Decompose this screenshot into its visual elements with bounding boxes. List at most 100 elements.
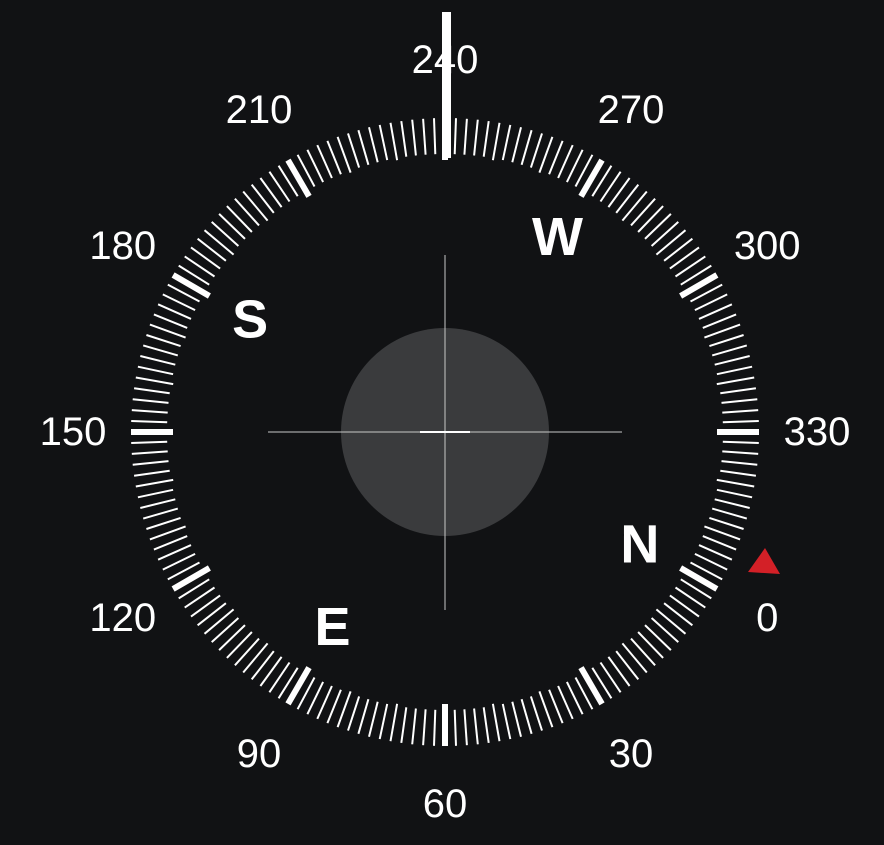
minor-tick — [347, 133, 361, 168]
minor-tick — [242, 642, 269, 674]
minor-tick — [149, 323, 186, 339]
minor-tick — [132, 398, 169, 404]
degree-label-0: 0 — [756, 596, 778, 640]
minor-tick — [520, 129, 533, 166]
minor-tick — [621, 642, 648, 674]
minor-tick — [218, 213, 246, 240]
minor-tick — [453, 118, 457, 155]
minor-tick — [473, 708, 479, 745]
minor-tick — [133, 469, 170, 477]
minor-tick — [463, 118, 468, 155]
minor-tick — [663, 237, 694, 262]
degree-label-120: 120 — [89, 596, 156, 640]
minor-tick — [184, 586, 216, 609]
minor-tick — [674, 255, 706, 278]
minor-tick — [411, 119, 417, 156]
minor-tick — [511, 127, 522, 163]
minor-tick — [203, 229, 235, 256]
minor-tick — [140, 498, 176, 509]
minor-tick — [714, 355, 750, 366]
minor-tick — [702, 535, 737, 551]
minor-tick — [142, 507, 179, 520]
minor-tick — [644, 624, 672, 651]
minor-tick — [716, 478, 755, 488]
degree-label-90: 90 — [237, 732, 282, 776]
minor-tick — [131, 440, 168, 444]
minor-tick — [131, 420, 168, 424]
degree-label-270: 270 — [598, 88, 665, 132]
major-tick — [578, 158, 605, 198]
minor-tick — [422, 709, 427, 746]
minor-tick — [607, 656, 631, 687]
minor-tick — [711, 507, 748, 520]
minor-tick — [716, 365, 753, 376]
minor-tick — [709, 516, 744, 530]
minor-tick — [720, 469, 757, 477]
minor-tick — [714, 498, 750, 509]
minor-tick — [357, 698, 370, 735]
minor-tick — [184, 255, 216, 278]
minor-tick — [211, 221, 240, 247]
minor-tick — [411, 708, 417, 745]
minor-tick — [400, 120, 408, 157]
minor-tick — [268, 171, 291, 203]
minor-tick — [538, 691, 554, 728]
degree-label-60: 60 — [423, 782, 468, 826]
major-tick — [578, 666, 605, 706]
cardinal-w: W — [532, 207, 583, 267]
level-indicator — [268, 255, 622, 610]
minor-tick — [637, 205, 664, 233]
minor-tick — [548, 140, 564, 175]
minor-tick — [326, 140, 342, 175]
cardinal-e: E — [314, 597, 350, 657]
minor-tick — [234, 198, 260, 227]
minor-tick — [259, 177, 283, 208]
minor-tick — [250, 183, 275, 214]
degree-label-30: 30 — [609, 732, 654, 776]
degree-label-210: 210 — [226, 88, 293, 132]
minor-tick — [336, 136, 352, 173]
minor-tick — [453, 709, 457, 746]
minor-tick — [650, 221, 679, 247]
minor-tick — [674, 586, 706, 609]
minor-tick — [482, 120, 490, 157]
minor-tick — [378, 124, 389, 161]
minor-tick — [491, 703, 501, 742]
minor-tick — [226, 205, 253, 233]
minor-tick — [644, 213, 672, 240]
minor-tick — [131, 450, 168, 455]
minor-tick — [153, 313, 188, 329]
minor-tick — [137, 365, 174, 376]
minor-tick — [501, 124, 512, 161]
minor-tick — [389, 122, 399, 161]
minor-tick — [721, 460, 758, 466]
minor-tick — [520, 698, 533, 735]
minor-tick — [357, 129, 370, 166]
minor-tick — [135, 478, 174, 488]
major-tick — [285, 158, 312, 198]
major-tick — [679, 565, 719, 592]
minor-tick — [704, 525, 741, 541]
degree-label-180: 180 — [89, 224, 156, 268]
major-tick — [171, 565, 211, 592]
minor-tick — [368, 127, 379, 163]
minor-tick — [389, 703, 399, 742]
minor-tick — [131, 409, 168, 414]
minor-tick — [226, 631, 253, 659]
minor-tick — [473, 119, 479, 156]
minor-tick — [663, 602, 694, 627]
degree-label-330: 330 — [784, 410, 851, 454]
minor-tick — [501, 703, 512, 740]
minor-tick — [153, 535, 188, 551]
minor-tick — [242, 190, 269, 222]
minor-tick — [133, 387, 170, 395]
minor-tick — [615, 183, 640, 214]
minor-tick — [463, 709, 468, 746]
minor-tick — [433, 118, 437, 155]
major-tick — [285, 666, 312, 706]
minor-tick — [704, 323, 741, 339]
minor-tick — [655, 608, 687, 635]
minor-tick — [135, 376, 174, 386]
minor-tick — [234, 637, 260, 666]
minor-tick — [669, 246, 700, 270]
